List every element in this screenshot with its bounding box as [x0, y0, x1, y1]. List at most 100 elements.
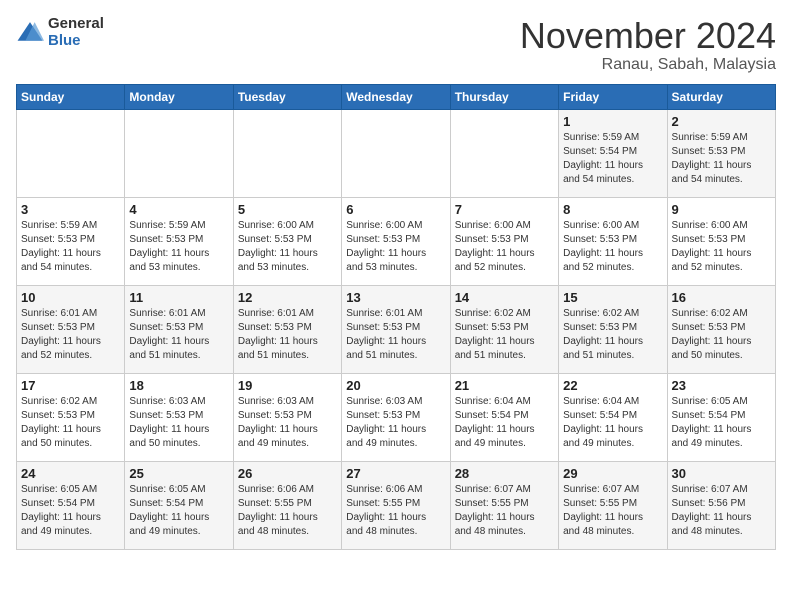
col-header-wednesday: Wednesday [342, 84, 450, 109]
calendar-cell: 2 Sunrise: 5:59 AM Sunset: 5:53 PM Daylig… [667, 109, 775, 197]
calendar-cell [125, 109, 233, 197]
day-number: 4 [129, 202, 228, 217]
header-row: SundayMondayTuesdayWednesdayThursdayFrid… [17, 84, 776, 109]
day-number: 20 [346, 378, 445, 393]
day-number: 12 [238, 290, 337, 305]
col-header-sunday: Sunday [17, 84, 125, 109]
day-info: Sunrise: 6:01 AM Sunset: 5:53 PM Dayligh… [21, 307, 120, 363]
calendar-cell: 20 Sunrise: 6:03 AM Sunset: 5:53 PM Dayli… [342, 373, 450, 461]
calendar-cell: 4Sunrise: 5:59 AM Sunset: 5:53 PM Daylig… [125, 197, 233, 285]
day-info: Sunrise: 5:59 AM Sunset: 5:53 PM Dayligh… [672, 131, 771, 187]
col-header-tuesday: Tuesday [233, 84, 341, 109]
calendar-cell: 8 Sunrise: 6:00 AM Sunset: 5:53 PM Daylig… [559, 197, 667, 285]
day-info: Sunrise: 6:00 AM Sunset: 5:53 PM Dayligh… [238, 219, 337, 275]
day-number: 9 [672, 202, 771, 217]
calendar-cell: 16Sunrise: 6:02 AM Sunset: 5:53 PM Dayli… [667, 285, 775, 373]
day-number: 6 [346, 202, 445, 217]
calendar-cell: 15Sunrise: 6:02 AM Sunset: 5:53 PM Dayli… [559, 285, 667, 373]
day-number: 29 [563, 466, 662, 481]
day-info: Sunrise: 6:06 AM Sunset: 5:55 PM Dayligh… [346, 483, 445, 539]
title-block: November 2024 Ranau, Sabah, Malaysia [520, 16, 776, 74]
location: Ranau, Sabah, Malaysia [520, 56, 776, 74]
month-title: November 2024 [520, 16, 776, 56]
calendar-cell: 25Sunrise: 6:05 AM Sunset: 5:54 PM Dayli… [125, 461, 233, 549]
day-number: 19 [238, 378, 337, 393]
day-info: Sunrise: 6:06 AM Sunset: 5:55 PM Dayligh… [238, 483, 337, 539]
col-header-thursday: Thursday [450, 84, 558, 109]
calendar-cell [233, 109, 341, 197]
day-number: 28 [455, 466, 554, 481]
calendar-cell: 13Sunrise: 6:01 AM Sunset: 5:53 PM Dayli… [342, 285, 450, 373]
calendar-cell: 9 Sunrise: 6:00 AM Sunset: 5:53 PM Daylig… [667, 197, 775, 285]
week-row-2: 3Sunrise: 5:59 AM Sunset: 5:53 PM Daylig… [17, 197, 776, 285]
day-info: Sunrise: 6:02 AM Sunset: 5:53 PM Dayligh… [21, 395, 120, 451]
day-info: Sunrise: 6:01 AM Sunset: 5:53 PM Dayligh… [346, 307, 445, 363]
day-number: 21 [455, 378, 554, 393]
day-number: 7 [455, 202, 554, 217]
logo-text: General Blue [48, 16, 104, 49]
col-header-saturday: Saturday [667, 84, 775, 109]
calendar-cell [342, 109, 450, 197]
day-number: 27 [346, 466, 445, 481]
day-info: Sunrise: 6:03 AM Sunset: 5:53 PM Dayligh… [129, 395, 228, 451]
calendar-cell: 22 Sunrise: 6:04 AM Sunset: 5:54 PM Dayli… [559, 373, 667, 461]
day-info: Sunrise: 6:02 AM Sunset: 5:53 PM Dayligh… [455, 307, 554, 363]
calendar-cell: 19 Sunrise: 6:03 AM Sunset: 5:53 PM Dayli… [233, 373, 341, 461]
day-info: Sunrise: 6:00 AM Sunset: 5:53 PM Dayligh… [346, 219, 445, 275]
day-number: 22 [563, 378, 662, 393]
day-number: 2 [672, 114, 771, 129]
day-number: 30 [672, 466, 771, 481]
day-number: 8 [563, 202, 662, 217]
calendar-cell: 24 Sunrise: 6:05 AM Sunset: 5:54 PM Dayli… [17, 461, 125, 549]
calendar-body: 1 Sunrise: 5:59 AM Sunset: 5:54 PM Daylig… [17, 109, 776, 549]
day-number: 10 [21, 290, 120, 305]
week-row-3: 10 Sunrise: 6:01 AM Sunset: 5:53 PM Dayli… [17, 285, 776, 373]
logo: General Blue [16, 16, 104, 49]
day-info: Sunrise: 6:00 AM Sunset: 5:53 PM Dayligh… [455, 219, 554, 275]
day-number: 17 [21, 378, 120, 393]
day-number: 23 [672, 378, 771, 393]
logo-blue: Blue [48, 33, 104, 50]
calendar-cell: 5Sunrise: 6:00 AM Sunset: 5:53 PM Daylig… [233, 197, 341, 285]
calendar-cell: 7 Sunrise: 6:00 AM Sunset: 5:53 PM Daylig… [450, 197, 558, 285]
calendar-cell: 21Sunrise: 6:04 AM Sunset: 5:54 PM Dayli… [450, 373, 558, 461]
day-info: Sunrise: 6:01 AM Sunset: 5:53 PM Dayligh… [238, 307, 337, 363]
col-header-friday: Friday [559, 84, 667, 109]
calendar-header: SundayMondayTuesdayWednesdayThursdayFrid… [17, 84, 776, 109]
day-number: 3 [21, 202, 120, 217]
day-info: Sunrise: 6:03 AM Sunset: 5:53 PM Dayligh… [346, 395, 445, 451]
calendar-cell: 23Sunrise: 6:05 AM Sunset: 5:54 PM Dayli… [667, 373, 775, 461]
day-info: Sunrise: 5:59 AM Sunset: 5:54 PM Dayligh… [563, 131, 662, 187]
week-row-5: 24 Sunrise: 6:05 AM Sunset: 5:54 PM Dayli… [17, 461, 776, 549]
calendar-cell: 10 Sunrise: 6:01 AM Sunset: 5:53 PM Dayli… [17, 285, 125, 373]
day-number: 14 [455, 290, 554, 305]
page-header: General Blue November 2024 Ranau, Sabah,… [16, 16, 776, 74]
day-number: 16 [672, 290, 771, 305]
calendar-cell: 18 Sunrise: 6:03 AM Sunset: 5:53 PM Dayli… [125, 373, 233, 461]
week-row-4: 17 Sunrise: 6:02 AM Sunset: 5:53 PM Dayli… [17, 373, 776, 461]
day-info: Sunrise: 6:00 AM Sunset: 5:53 PM Dayligh… [563, 219, 662, 275]
day-info: Sunrise: 6:05 AM Sunset: 5:54 PM Dayligh… [129, 483, 228, 539]
day-number: 24 [21, 466, 120, 481]
calendar-cell: 28Sunrise: 6:07 AM Sunset: 5:55 PM Dayli… [450, 461, 558, 549]
calendar-cell: 27 Sunrise: 6:06 AM Sunset: 5:55 PM Dayli… [342, 461, 450, 549]
day-info: Sunrise: 6:00 AM Sunset: 5:53 PM Dayligh… [672, 219, 771, 275]
calendar-table: SundayMondayTuesdayWednesdayThursdayFrid… [16, 84, 776, 550]
calendar-cell: 14 Sunrise: 6:02 AM Sunset: 5:53 PM Dayli… [450, 285, 558, 373]
calendar-cell: 17 Sunrise: 6:02 AM Sunset: 5:53 PM Dayli… [17, 373, 125, 461]
day-info: Sunrise: 6:07 AM Sunset: 5:56 PM Dayligh… [672, 483, 771, 539]
day-info: Sunrise: 6:03 AM Sunset: 5:53 PM Dayligh… [238, 395, 337, 451]
calendar-cell: 11Sunrise: 6:01 AM Sunset: 5:53 PM Dayli… [125, 285, 233, 373]
day-number: 18 [129, 378, 228, 393]
week-row-1: 1 Sunrise: 5:59 AM Sunset: 5:54 PM Daylig… [17, 109, 776, 197]
day-number: 26 [238, 466, 337, 481]
calendar-cell: 1 Sunrise: 5:59 AM Sunset: 5:54 PM Daylig… [559, 109, 667, 197]
day-number: 1 [563, 114, 662, 129]
col-header-monday: Monday [125, 84, 233, 109]
day-number: 11 [129, 290, 228, 305]
logo-general: General [48, 16, 104, 33]
day-info: Sunrise: 6:07 AM Sunset: 5:55 PM Dayligh… [563, 483, 662, 539]
day-info: Sunrise: 6:05 AM Sunset: 5:54 PM Dayligh… [21, 483, 120, 539]
day-info: Sunrise: 6:02 AM Sunset: 5:53 PM Dayligh… [563, 307, 662, 363]
day-info: Sunrise: 6:04 AM Sunset: 5:54 PM Dayligh… [563, 395, 662, 451]
